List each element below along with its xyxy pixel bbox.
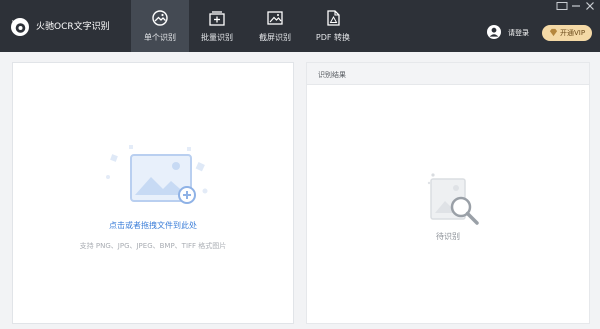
pdf-convert-icon — [327, 10, 340, 26]
result-panel: 识别结果 待识别 — [306, 62, 590, 324]
tab-screenshot-recognize[interactable]: 截屏识别 — [246, 0, 304, 52]
diamond-icon — [549, 28, 558, 37]
vip-button-label: 开通VIP — [560, 29, 586, 37]
screenshot-recognize-icon — [267, 11, 283, 25]
upload-instruction[interactable]: 点击或者拖拽文件到此处 — [13, 220, 293, 231]
tab-pdf-convert[interactable]: PDF 转换 — [304, 0, 362, 52]
tab-batch-recognize[interactable]: 批量识别 — [188, 0, 246, 52]
supported-formats-hint: 支持 PNG、JPG、JPEG、BMP、TIFF 格式图片 — [79, 242, 227, 250]
pending-status: 待识别 — [436, 232, 460, 241]
upload-drop-zone[interactable]: 点击或者拖拽文件到此处 支持 PNG、JPG、JPEG、BMP、TIFF 格式图… — [12, 62, 294, 324]
open-vip-button[interactable]: 开通VIP — [542, 25, 592, 41]
tab-label: 截屏识别 — [259, 33, 291, 42]
single-recognize-icon — [152, 10, 168, 26]
tab-label: 单个识别 — [144, 33, 176, 42]
settings-icon[interactable] — [556, 1, 568, 11]
top-bar: 火驰OCR文字识别 单个识别 批量识别 截屏识别 PDF 转换 请登录 开通VI… — [0, 0, 600, 52]
upload-image-icon — [106, 145, 208, 204]
result-header: 识别结果 — [307, 63, 589, 85]
minimize-icon[interactable] — [570, 1, 582, 11]
tab-label: PDF 转换 — [315, 33, 351, 42]
tab-label: 批量识别 — [201, 33, 233, 42]
tab-single-recognize[interactable]: 单个识别 — [131, 0, 189, 52]
pending-search-icon — [427, 173, 479, 225]
close-icon[interactable] — [584, 1, 596, 11]
user-avatar-icon[interactable] — [487, 25, 501, 39]
login-link[interactable]: 请登录 — [508, 28, 529, 38]
app-title: 火驰OCR文字识别 — [36, 22, 110, 32]
batch-recognize-icon — [209, 11, 225, 26]
app-logo-icon — [11, 18, 29, 36]
result-title: 识别结果 — [318, 71, 346, 79]
